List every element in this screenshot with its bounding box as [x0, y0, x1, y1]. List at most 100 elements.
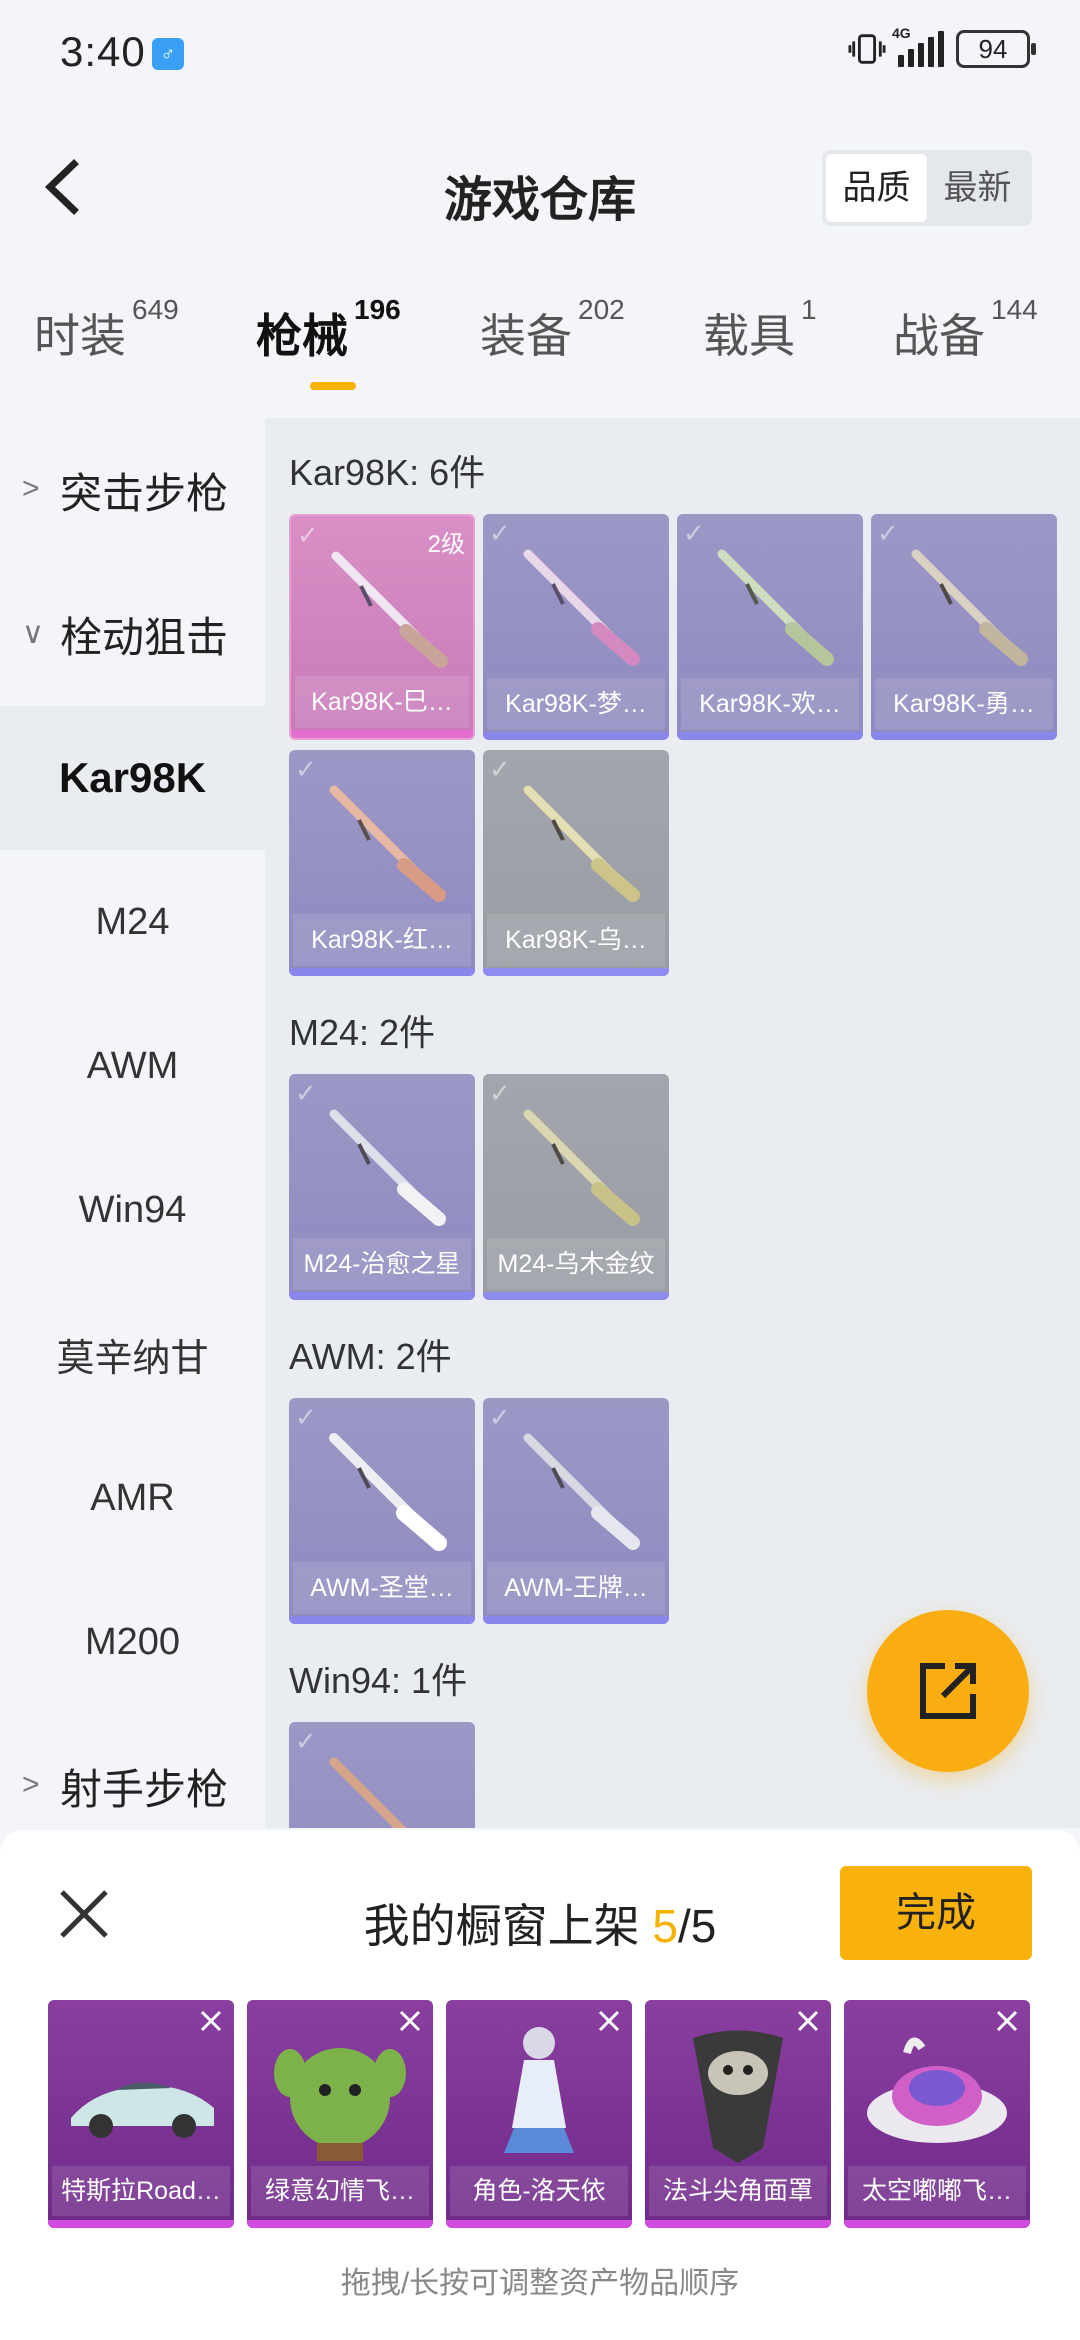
rarity-strip: [289, 1616, 475, 1624]
rifle-icon: [911, 549, 1028, 666]
reorder-hint: 拖拽/长按可调整资产物品顺序: [340, 2267, 740, 2300]
sort-toggle[interactable]: 品质 最新: [822, 150, 1032, 226]
weapon-card[interactable]: ✓ M24-乌木金纹: [483, 1074, 669, 1300]
weapon-sidebar: > 突击步枪 ∨ 栓动狙击 Kar98K M24 AWM Win94 莫辛纳甘 AM…: [0, 418, 265, 1828]
sidebar-group-marksman-rifle[interactable]: > 射手步枪: [0, 1714, 265, 1828]
weapon-name: Kar98K-巳…: [295, 676, 469, 728]
done-button[interactable]: 完成: [840, 1866, 1032, 1960]
weapon-card[interactable]: ✓ AWM-王牌…: [483, 1398, 669, 1624]
clock: 3:40: [60, 28, 146, 75]
rarity-strip: [677, 732, 863, 740]
section-title-m24: M24: 2件: [289, 1012, 436, 1053]
showcase-item[interactable]: 角色-洛天依: [446, 2000, 632, 2228]
rifle-icon: [329, 1757, 407, 1828]
sidebar-item-amr[interactable]: AMR: [0, 1426, 265, 1570]
share-button[interactable]: [867, 1610, 1029, 1772]
rifle-icon: [717, 549, 834, 666]
weapon-card[interactable]: ✓ Kar98K-欢…: [677, 514, 863, 740]
showcase-item-name: 太空嘟嘟飞…: [848, 2166, 1026, 2216]
rarity-strip: [483, 968, 669, 976]
weapon-name: Kar98K-红…: [293, 914, 471, 966]
mask-icon: [693, 2030, 783, 2163]
rarity-strip: [483, 732, 669, 740]
showcase-item[interactable]: 特斯拉Road…: [48, 2000, 234, 2228]
rarity-strip: [289, 968, 475, 976]
character-icon: [504, 2027, 574, 2153]
sidebar-item-m200[interactable]: M200: [0, 1570, 265, 1714]
sidebar-item-mosin[interactable]: 莫辛纳甘: [0, 1282, 265, 1426]
tab-equipment[interactable]: 装备202: [480, 294, 625, 366]
active-tab-indicator: [310, 382, 356, 390]
weapon-card[interactable]: ✓ Kar98K-红…: [289, 750, 475, 976]
rifle-icon: [523, 785, 640, 902]
section-title-win94: Win94: 1件: [289, 1660, 468, 1701]
sidebar-group-bolt-sniper[interactable]: ∨ 栓动狙击: [0, 562, 265, 706]
rifle-icon: [523, 549, 640, 666]
section-title-kar98k: Kar98K: 6件: [289, 452, 486, 493]
chevron-right-icon: >: [22, 1768, 40, 1801]
sidebar-item-awm[interactable]: AWM: [0, 994, 265, 1138]
sort-quality-option[interactable]: 品质: [826, 154, 927, 222]
rifle-icon: [523, 1433, 640, 1550]
chevron-down-icon: ∨: [22, 617, 44, 650]
showcase-panel: 我的橱窗上架 5/5 完成 特斯拉Road… 绿意幻情飞… 角色-洛天依 法斗尖…: [0, 1830, 1080, 2340]
weapon-name: Kar98K-梦…: [487, 678, 665, 730]
showcase-item[interactable]: 绿意幻情飞…: [247, 2000, 433, 2228]
rifle-icon: [329, 1109, 446, 1226]
weapon-card[interactable]: ✓: [289, 1722, 475, 1828]
weapon-card[interactable]: ✓ Kar98K-勇…: [871, 514, 1057, 740]
showcase-item-name: 特斯拉Road…: [52, 2166, 230, 2216]
showcase-item-name: 法斗尖角面罩: [649, 2166, 827, 2216]
category-tabs: 时装649 枪械196 装备202 载具1 战备144: [0, 294, 1080, 410]
rifle-icon: [329, 785, 446, 902]
status-bar: 3:40 ♂ 4G 94: [0, 0, 1080, 104]
weapon-name: M24-治愈之星: [293, 1238, 471, 1290]
rarity-strip: [483, 1616, 669, 1624]
weapon-name: AWM-王牌…: [487, 1562, 665, 1614]
rarity-strip: [247, 2220, 433, 2228]
rarity-strip: [289, 1292, 475, 1300]
sort-newest-option[interactable]: 最新: [927, 154, 1028, 222]
tab-fashion[interactable]: 时装649: [34, 294, 179, 366]
tab-supplies[interactable]: 战备144: [893, 294, 1038, 366]
sidebar-item-kar98k[interactable]: Kar98K: [0, 706, 265, 850]
weapon-card[interactable]: ✓ Kar98K-梦…: [483, 514, 669, 740]
rarity-strip: [871, 732, 1057, 740]
ufo-icon: [867, 2037, 1007, 2143]
weapon-name: Kar98K-欢…: [681, 678, 859, 730]
tab-weapons[interactable]: 枪械196: [256, 294, 401, 366]
car-icon: [71, 2082, 214, 2138]
tab-vehicles[interactable]: 载具1: [703, 294, 817, 366]
cactus-icon: [274, 2048, 406, 2161]
rarity-strip: [483, 1292, 669, 1300]
rarity-strip: [844, 2220, 1030, 2228]
rarity-strip: [645, 2220, 831, 2228]
sidebar-group-assault-rifle[interactable]: > 突击步枪: [0, 418, 265, 562]
rarity-strip: [291, 730, 473, 738]
section-title-awm: AWM: 2件: [289, 1336, 452, 1377]
showcase-item[interactable]: 法斗尖角面罩: [645, 2000, 831, 2228]
weapon-card[interactable]: ✓ 2级 Kar98K-巳…: [289, 514, 475, 740]
weapon-card[interactable]: ✓ AWM-圣堂…: [289, 1398, 475, 1624]
weapon-name: AWM-圣堂…: [293, 1562, 471, 1614]
showcase-item-name: 角色-洛天依: [450, 2166, 628, 2216]
battery-icon: 94: [956, 30, 1036, 68]
vibrate-icon: [848, 34, 886, 64]
showcase-item[interactable]: 太空嘟嘟飞…: [844, 2000, 1030, 2228]
rifle-icon: [331, 551, 448, 668]
rarity-strip: [446, 2220, 632, 2228]
weapon-name: M24-乌木金纹: [487, 1238, 665, 1290]
weapon-card[interactable]: ✓ M24-治愈之星: [289, 1074, 475, 1300]
chevron-right-icon: >: [22, 472, 40, 505]
weapon-name: Kar98K-乌…: [487, 914, 665, 966]
rarity-strip: [48, 2220, 234, 2228]
header: 游戏仓库 品质 最新: [0, 130, 1080, 250]
share-icon: [920, 1663, 976, 1719]
sidebar-item-win94[interactable]: Win94: [0, 1138, 265, 1282]
rifle-icon: [329, 1433, 447, 1551]
showcase-item-name: 绿意幻情飞…: [251, 2166, 429, 2216]
weapon-card[interactable]: ✓ Kar98K-乌…: [483, 750, 669, 976]
sidebar-item-m24[interactable]: M24: [0, 850, 265, 994]
signal-icon: 4G: [892, 25, 944, 67]
notification-icon: ♂: [152, 38, 184, 70]
